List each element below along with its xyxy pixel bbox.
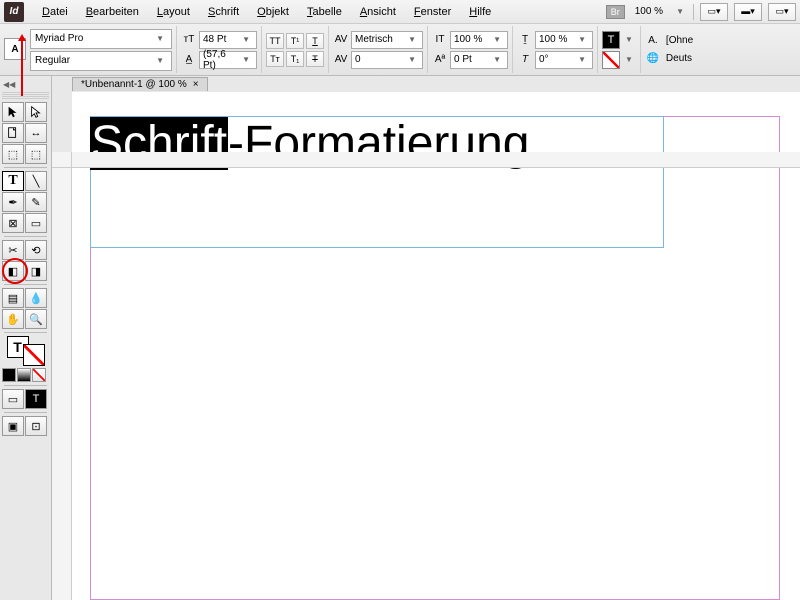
strikethrough-button[interactable]: T <box>306 51 324 67</box>
skew-icon: T <box>517 52 533 68</box>
arrange-icon[interactable]: ▭▾ <box>768 3 796 21</box>
document-tab-title: *Unbenannt-1 @ 100 % <box>81 79 187 90</box>
direct-selection-tool[interactable] <box>25 102 47 122</box>
font-style-select[interactable]: Regular ▼ <box>30 51 172 71</box>
gradient-feather-tool[interactable]: ◨ <box>25 261 47 281</box>
menu-layout[interactable]: Layout <box>149 3 198 21</box>
view-options-icon[interactable]: ▭▾ <box>700 3 728 21</box>
scissors-tool[interactable]: ✂ <box>2 240 24 260</box>
font-size-input[interactable]: 48 Pt▼ <box>199 31 257 49</box>
menu-ansicht[interactable]: Ansicht <box>352 3 404 21</box>
leading-input[interactable]: (57,6 Pt)▼ <box>199 51 257 69</box>
zoom-level[interactable]: 100 % <box>631 6 667 17</box>
close-tab-icon[interactable]: × <box>193 79 199 90</box>
screen-mode-icon[interactable]: ▬▾ <box>734 3 762 21</box>
chevron-down-icon: ▼ <box>153 56 167 65</box>
preview-view-button[interactable]: T <box>25 389 47 409</box>
vertical-ruler[interactable] <box>52 168 72 600</box>
type-tool[interactable]: T <box>2 171 24 191</box>
stroke-color-swatch[interactable] <box>602 51 620 69</box>
tracking-input[interactable]: 0▼ <box>351 51 423 69</box>
document-area: *Unbenannt-1 @ 100 % × Schrift-Formatier… <box>72 92 800 600</box>
fill-color-swatch[interactable]: T <box>602 31 620 49</box>
fill-stroke-proxy[interactable]: T <box>7 336 45 366</box>
pencil-tool[interactable]: ✎ <box>25 192 47 212</box>
hscale-icon: Ṯ <box>517 32 533 48</box>
free-transform-tool[interactable]: ⟲ <box>25 240 47 260</box>
app-icon: Id <box>4 2 24 22</box>
font-family-select[interactable]: Myriad Pro ▼ <box>30 29 172 49</box>
screen-mode-button[interactable]: ▣ <box>2 416 24 436</box>
zoom-tool[interactable]: 🔍 <box>25 309 47 329</box>
rectangle-frame-tool[interactable]: ⊠ <box>2 213 24 233</box>
allcaps-button[interactable]: TT <box>266 33 284 49</box>
fill-dropdown[interactable]: ▼ <box>622 35 636 44</box>
skew-input[interactable]: 0°▼ <box>535 51 593 69</box>
subscript-button[interactable]: T₁ <box>286 51 304 67</box>
menu-datei[interactable]: Datei <box>34 3 76 21</box>
gradient-swatch-tool[interactable]: ◧ <box>2 261 24 281</box>
tracking-icon: A͏V <box>333 52 349 68</box>
apply-gradient-button[interactable] <box>17 368 31 382</box>
horizontal-ruler[interactable] <box>72 152 800 168</box>
document-tab[interactable]: *Unbenannt-1 @ 100 % × <box>72 77 208 91</box>
content-placer-tool[interactable]: ⬚ <box>25 144 47 164</box>
control-bar: A Myriad Pro ▼ Regular ▼ ᴛT 48 Pt▼ A̲ (5… <box>0 24 800 76</box>
charstyle-icon: A. <box>645 33 661 49</box>
gap-tool[interactable]: ↔ <box>25 123 47 143</box>
rectangle-tool[interactable]: ▭ <box>25 213 47 233</box>
menu-objekt[interactable]: Objekt <box>249 3 297 21</box>
tools-panel: ◀◀ ↔ ⬚ ⬚ T ╲ ✒ ✎ ⊠ ▭ ✂ ⟲ <box>0 76 52 600</box>
eyedropper-tool[interactable]: 💧 <box>25 288 47 308</box>
ruler-origin[interactable] <box>52 152 72 168</box>
apply-none-button[interactable] <box>32 368 46 382</box>
menu-tabelle[interactable]: Tabelle <box>299 3 350 21</box>
leading-icon: A̲ <box>181 52 197 68</box>
selection-tool[interactable] <box>2 102 24 122</box>
bridge-badge[interactable]: Br <box>606 5 625 19</box>
hscale-input[interactable]: 100 %▼ <box>535 31 593 49</box>
vscale-icon: IT <box>432 32 448 48</box>
menubar: Id Datei Bearbeiten Layout Schrift Objek… <box>0 0 800 24</box>
pen-tool[interactable]: ✒ <box>2 192 24 212</box>
font-family-value: Myriad Pro <box>35 33 83 44</box>
smallcaps-button[interactable]: Tᴛ <box>266 51 284 67</box>
menu-fenster[interactable]: Fenster <box>406 3 459 21</box>
lang-icon: 🌐 <box>645 51 661 67</box>
zoom-dropdown[interactable]: ▼ <box>673 7 687 16</box>
page-tool[interactable] <box>2 123 24 143</box>
note-tool[interactable]: ▤ <box>2 288 24 308</box>
stroke-dropdown[interactable]: ▼ <box>622 55 636 64</box>
line-tool[interactable]: ╲ <box>25 171 47 191</box>
menu-schrift[interactable]: Schrift <box>200 3 247 21</box>
charstyle-value[interactable]: [Ohne <box>663 35 696 46</box>
page[interactable]: Schrift-Formatierung <box>90 100 800 600</box>
content-collector-tool[interactable]: ⬚ <box>2 144 24 164</box>
stroke-swatch[interactable] <box>23 344 45 366</box>
font-size-icon: ᴛT <box>181 32 197 48</box>
apply-color-button[interactable] <box>2 368 16 382</box>
panel-grip[interactable] <box>2 92 49 100</box>
superscript-button[interactable]: T¹ <box>286 33 304 49</box>
baseline-icon: Aª <box>432 52 448 68</box>
annotation-arrow <box>21 36 23 96</box>
baseline-input[interactable]: 0 Pt▼ <box>450 51 508 69</box>
normal-view-button[interactable]: ▭ <box>2 389 24 409</box>
kerning-icon: A͏V <box>333 32 349 48</box>
collapse-panel-icon[interactable]: ◀◀ <box>2 80 49 89</box>
language-value[interactable]: Deuts <box>663 53 695 64</box>
hand-tool[interactable]: ✋ <box>2 309 24 329</box>
kerning-input[interactable]: Metrisch▼ <box>351 31 423 49</box>
screen-mode-alt-button[interactable]: ⊡ <box>25 416 47 436</box>
chevron-down-icon: ▼ <box>153 34 167 43</box>
menu-bearbeiten[interactable]: Bearbeiten <box>78 3 147 21</box>
font-style-value: Regular <box>35 55 70 66</box>
menu-hilfe[interactable]: Hilfe <box>461 3 499 21</box>
vscale-input[interactable]: 100 %▼ <box>450 31 508 49</box>
underline-button[interactable]: T <box>306 33 324 49</box>
